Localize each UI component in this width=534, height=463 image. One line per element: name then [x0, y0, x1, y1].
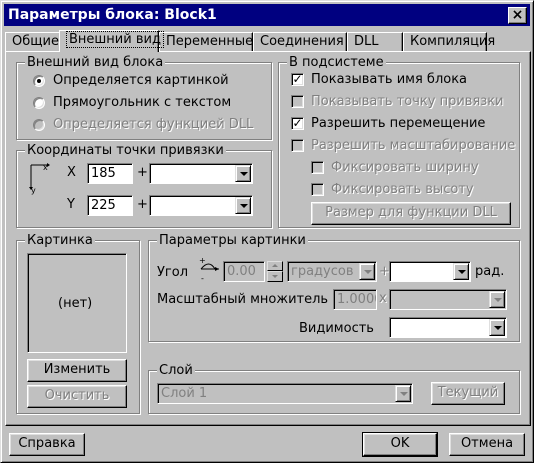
appearance-group-title: Внешний вид блока [25, 55, 166, 70]
layer-value: Слой 1 [161, 386, 208, 401]
chevron-down-icon [395, 385, 411, 402]
layer-group-title: Слой [157, 363, 195, 378]
layer-combo: Слой 1 [157, 383, 413, 404]
change-picture-button[interactable]: Изменить [27, 359, 127, 382]
visibility-combo[interactable] [389, 317, 507, 338]
allow-scale-checkbox [291, 139, 304, 152]
radio-by-dll [33, 119, 45, 131]
rad-label: рад. [475, 264, 505, 279]
window-title: Параметры блока: Block1 [8, 7, 217, 23]
y-coord-label: Y [67, 197, 75, 212]
picture-empty-label: (нет) [58, 296, 93, 311]
show-anchor-label: Показывать точку привязки [311, 94, 504, 109]
x-coord-input[interactable]: 185 [87, 163, 133, 184]
radio-rect-text-label: Прямоугольник с текстом [53, 95, 232, 110]
subsystem-group: В подсистеме ✓ Показывать имя блока Пока… [278, 55, 520, 228]
axis-x-label: x [43, 163, 48, 172]
picture-params-group: Параметры картинки Угол + - 0.00 градусо… [148, 233, 520, 342]
y-offset-combo[interactable] [149, 195, 253, 216]
fix-width-label: Фиксировать ширину [331, 160, 479, 175]
chevron-down-icon[interactable] [453, 263, 469, 280]
axis-y-label: y [31, 186, 36, 195]
picture-group-title: Картинка [25, 233, 95, 248]
radio-by-picture[interactable] [33, 75, 45, 87]
cancel-button[interactable]: Отмена [449, 433, 525, 456]
x-plus-label: + [137, 165, 148, 180]
close-button[interactable]: × [508, 7, 527, 24]
current-layer-button: Текущий [431, 382, 505, 405]
chevron-down-icon[interactable] [235, 165, 251, 182]
show-name-checkbox[interactable]: ✓ [291, 73, 304, 86]
visibility-label: Видимость [299, 321, 374, 336]
y-coord-input[interactable]: 225 [87, 195, 133, 216]
radio-by-picture-label: Определяется картинкой [53, 73, 229, 88]
allow-scale-label: Разрешить масштабирование [311, 138, 516, 153]
tab-connections[interactable]: Соединения [253, 32, 347, 51]
angle-unit-combo: градусов [287, 261, 377, 282]
clear-picture-button: Очистить [27, 385, 127, 408]
tab-appearance[interactable]: Внешний вид [59, 30, 164, 52]
fix-width-checkbox [311, 161, 324, 174]
angle-input: 0.00 [223, 261, 265, 282]
picture-preview: (нет) [27, 253, 127, 353]
x-coord-label: X [67, 165, 76, 180]
tab-dll[interactable]: DLL [347, 32, 403, 51]
scale-x-label: x [379, 291, 387, 306]
allow-move-label: Разрешить перемещение [311, 116, 486, 131]
y-plus-label: + [137, 197, 148, 212]
chevron-down-icon [489, 291, 505, 308]
allow-move-checkbox[interactable]: ✓ [291, 117, 304, 130]
scale-label: Масштабный множитель [157, 292, 329, 307]
fix-height-label: Фиксировать высоту [331, 182, 474, 197]
ok-button[interactable]: OK [362, 432, 438, 457]
tab-general[interactable]: Общие [5, 32, 61, 51]
angle-offset-combo[interactable] [389, 261, 471, 282]
chevron-down-icon[interactable] [235, 197, 251, 214]
angle-spinner [267, 261, 283, 282]
picture-params-title: Параметры картинки [157, 233, 308, 248]
chevron-down-icon [359, 263, 375, 280]
title-bar: Параметры блока: Block1 × [4, 4, 530, 26]
tab-variables[interactable]: Переменные [159, 32, 253, 51]
radio-by-dll-label: Определяется функцией DLL [53, 117, 254, 132]
radio-rect-text[interactable] [33, 97, 45, 109]
dll-size-button: Размер для функции DLL [311, 202, 511, 225]
tab-panel: Внешний вид блока Определяется картинкой… [5, 51, 531, 426]
appearance-group: Внешний вид блока Определяется картинкой… [16, 55, 272, 140]
subsystem-group-title: В подсистеме [287, 55, 386, 70]
angle-label: Угол [157, 265, 189, 280]
dialog-window: Параметры блока: Block1 × Общие Внешний … [0, 0, 534, 463]
svg-text:-: - [201, 274, 204, 283]
svg-text:+: + [199, 256, 206, 265]
scale-combo [389, 289, 507, 310]
tab-compilation[interactable]: Компиляция [403, 32, 495, 51]
angle-unit-value: градусов [291, 264, 354, 279]
anchor-group: Координаты точки привязки x y X 185 + Y … [16, 143, 272, 228]
rotation-icon: + - [199, 256, 219, 283]
x-offset-combo[interactable] [149, 163, 253, 184]
chevron-down-icon[interactable] [489, 319, 505, 336]
layer-group: Слой Слой 1 Текущий [148, 363, 520, 414]
fix-height-checkbox [311, 183, 324, 196]
help-button[interactable]: Справка [9, 433, 85, 456]
show-anchor-checkbox [291, 95, 304, 108]
show-name-label: Показывать имя блока [311, 72, 468, 87]
anchor-group-title: Координаты точки привязки [25, 143, 226, 158]
scale-input: 1.0000 [333, 289, 377, 310]
picture-group: Картинка (нет) Изменить Очистить [16, 233, 140, 414]
